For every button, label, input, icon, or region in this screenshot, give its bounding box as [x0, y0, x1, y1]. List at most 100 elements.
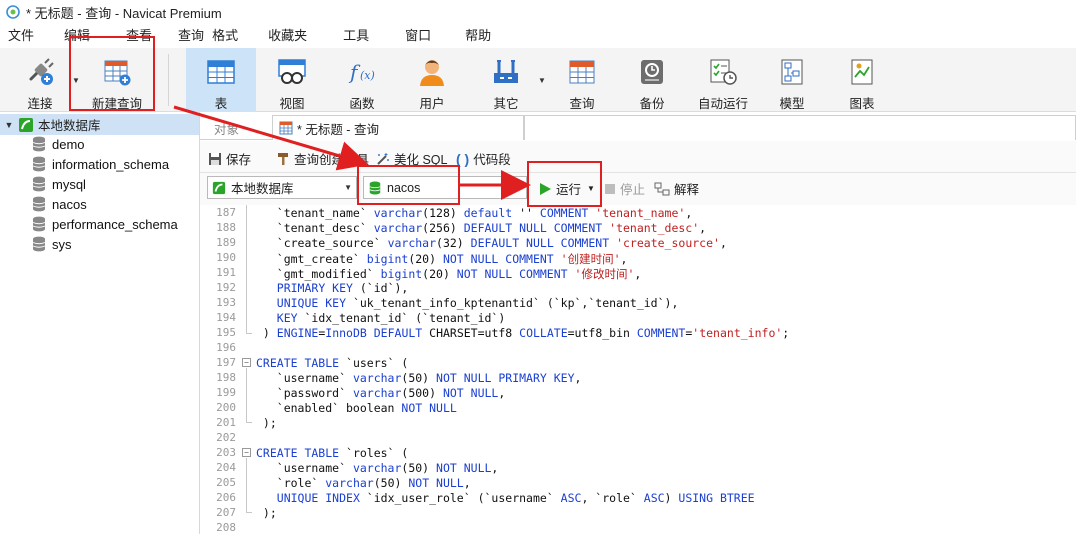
sql-editor[interactable]: 187 188 189 190 191 192 193 194 195 196 197 198 199 2… [200, 205, 1076, 534]
code-token: `tenant_name` [256, 206, 374, 220]
code-token: , [634, 267, 642, 281]
menu-help[interactable]: 帮助 [459, 24, 497, 48]
automation-button[interactable]: 自动运行 [690, 48, 756, 112]
code-token: NOT NULL [436, 461, 492, 475]
code-line[interactable]: `username` varchar(50) NOT NULL, [256, 461, 499, 475]
fold-toggle-icon[interactable]: − [242, 448, 251, 457]
code-token: UNIQUE INDEX [276, 491, 360, 505]
fold-toggle-icon[interactable]: − [242, 358, 251, 367]
code-token: `gmt_modified` [256, 267, 381, 281]
code-token: (128) [422, 206, 464, 220]
title-bar: * 无标题 - 查询 - Navicat Premium [0, 0, 1076, 24]
code-token: , [574, 371, 582, 385]
hammer-icon [278, 152, 288, 165]
save-button[interactable]: 保存 [208, 149, 251, 168]
code-line[interactable]: UNIQUE INDEX `idx_user_role` (`username`… [256, 491, 755, 505]
code-token: `idx_user_role` (`username` [359, 491, 561, 505]
code-line[interactable]: `enabled` boolean NOT NULL [256, 401, 457, 415]
code-token: ASC [643, 491, 665, 505]
other-dropdown-icon[interactable]: ▼ [538, 76, 546, 85]
code-line[interactable]: `gmt_create` bigint(20) NOT NULL COMMENT… [256, 251, 628, 267]
code-line[interactable]: CREATE TABLE `users` ( [256, 356, 408, 370]
code-token: CREATE TABLE [256, 446, 340, 460]
chart-button[interactable]: 图表 [834, 48, 890, 112]
code-token: 'tenant_info' [692, 326, 783, 340]
line-number: 205 [216, 476, 236, 489]
tree-db-sys[interactable]: sys [32, 234, 72, 254]
code-token: UNIQUE KEY [276, 296, 347, 310]
backup-button[interactable]: 备份 [622, 48, 682, 112]
collapse-arrow-icon[interactable]: ▼ [2, 120, 16, 130]
menu-file[interactable]: 文件 [2, 24, 40, 48]
code-line[interactable]: `password` varchar(500) NOT NULL, [256, 386, 506, 400]
query-builder-button[interactable]: 查询创建工具 [276, 149, 369, 168]
code-line[interactable]: ) ENGINE=InnoDB DEFAULT CHARSET=utf8 COL… [256, 326, 789, 340]
code-line[interactable]: CREATE TABLE `roles` ( [256, 446, 408, 460]
tab-query[interactable]: * 无标题 - 查询 [272, 115, 524, 140]
menu-window[interactable]: 窗口 [399, 24, 437, 48]
code-token: `role` [256, 476, 326, 490]
code-line[interactable]: KEY `idx_tenant_id` (`tenant_id`) [256, 311, 506, 325]
code-token: `gmt_create` [256, 252, 367, 266]
table-button[interactable]: 表 [186, 48, 256, 112]
other-button[interactable]: 其它 [478, 48, 534, 112]
code-line[interactable]: `username` varchar(50) NOT NULL PRIMARY … [256, 371, 582, 385]
toolbar-divider [168, 54, 169, 106]
menu-format[interactable]: 格式 [206, 24, 244, 48]
tab-objects[interactable]: 对象 [214, 119, 239, 138]
tree-db-information-schema[interactable]: information_schema [32, 154, 169, 174]
code-token: `password` [256, 386, 353, 400]
code-line[interactable]: PRIMARY KEY (`id`), [256, 281, 409, 295]
tab-strip: 对象 * 无标题 - 查询 [200, 112, 1076, 140]
line-number: 203 [216, 446, 236, 459]
menu-query[interactable]: 查询 [172, 24, 210, 48]
tree-db-demo[interactable]: demo [32, 134, 85, 154]
code-token: (500) [401, 386, 443, 400]
function-button[interactable]: f (x) 函数 [332, 48, 392, 112]
tree-db-mysql[interactable]: mysql [32, 174, 86, 194]
code-token: varchar [325, 476, 374, 490]
annotation-box-new-query [69, 36, 155, 111]
code-line[interactable]: ); [256, 506, 277, 520]
code-token: KEY [276, 311, 298, 325]
stop-button[interactable]: 停止 [604, 179, 645, 198]
line-number: 187 [216, 206, 236, 219]
user-button[interactable]: 用户 [402, 48, 462, 112]
code-line[interactable]: `tenant_name` varchar(128) default '' CO… [256, 206, 692, 220]
save-icon [209, 152, 221, 165]
code-line[interactable]: `gmt_modified` bigint(20) NOT NULL COMME… [256, 266, 642, 282]
code-token: DEFAULT NULL COMMENT [463, 221, 603, 235]
tools-icon [490, 56, 522, 88]
connection-select[interactable]: 本地数据库 ▼ [207, 176, 357, 199]
view-button[interactable]: 视图 [262, 48, 322, 112]
code-token: , [491, 461, 499, 475]
explain-button[interactable]: 解释 [654, 179, 699, 198]
code-token: varchar [373, 221, 423, 235]
tree-connection-local[interactable]: ▼ 本地数据库 [0, 114, 199, 135]
menu-favorites[interactable]: 收藏夹 [262, 24, 313, 48]
line-number: 207 [216, 506, 236, 519]
tree-db-nacos[interactable]: nacos [32, 194, 87, 214]
code-line[interactable]: `role` varchar(50) NOT NULL, [256, 476, 471, 490]
tree-db-label: information_schema [52, 156, 170, 172]
code-token: NOT NULL [442, 386, 499, 400]
query-button[interactable]: 查询 [552, 48, 612, 112]
code-line[interactable]: ); [256, 416, 277, 430]
line-number: 190 [216, 251, 236, 264]
code-line[interactable]: UNIQUE KEY `uk_tenant_info_kptenantid` (… [256, 296, 679, 310]
code-token: PRIMARY KEY [276, 281, 353, 295]
model-button[interactable]: 模型 [764, 48, 820, 112]
fold-guide [246, 205, 247, 333]
menu-tools[interactable]: 工具 [337, 24, 375, 48]
tree-db-performance-schema[interactable]: performance_schema [32, 214, 178, 234]
line-number-gutter: 187 188 189 190 191 192 193 194 195 196 197 198 199 2… [200, 205, 238, 534]
code-token: , [699, 221, 707, 235]
snippet-button[interactable]: ( ) 代码段 [456, 149, 511, 168]
code-line[interactable]: `create_source` varchar(32) DEFAULT NULL… [256, 236, 727, 250]
connect-button[interactable]: 连接 [10, 48, 70, 112]
code-token: `uk_tenant_info_kptenantid` (`kp`,`tenan… [346, 296, 679, 310]
code-line[interactable]: `tenant_desc` varchar(256) DEFAULT NULL … [256, 221, 706, 235]
line-number: 189 [216, 236, 236, 249]
